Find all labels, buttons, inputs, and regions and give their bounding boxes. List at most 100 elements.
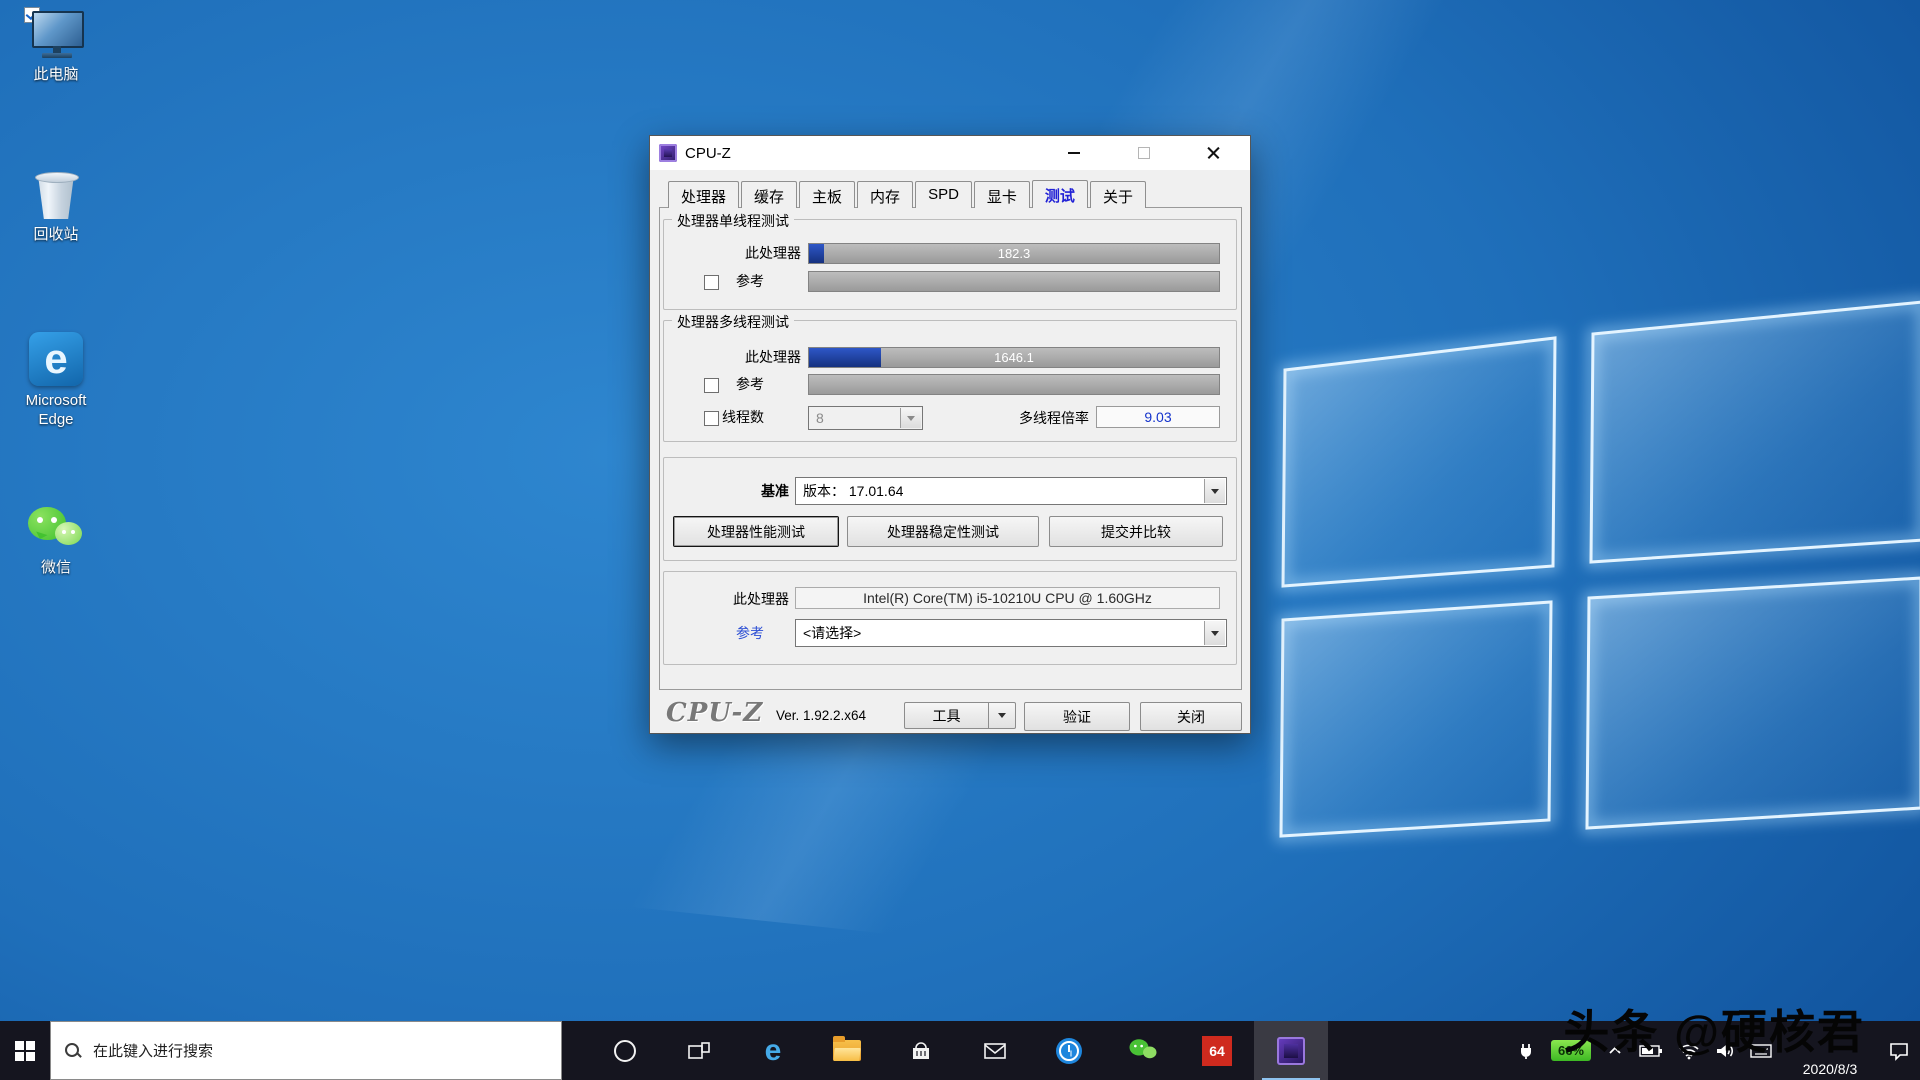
desktop-icon-label: Microsoft Edge — [8, 392, 104, 430]
this-pc-icon — [28, 10, 84, 60]
multi-thread-score: 1646.1 — [809, 348, 1219, 367]
file-explorer-icon — [833, 1040, 861, 1061]
tray-date-text: 2020/8/3 — [1787, 1061, 1873, 1077]
watermark-text: 头条 @硬核君 — [1563, 996, 1865, 1062]
clock-app-button[interactable] — [1032, 1021, 1106, 1080]
multi-thread-group: 处理器多线程测试 此处理器 1646.1 参考 线程数 8 多线程倍率 9.03 — [663, 320, 1237, 442]
window-title: CPU-Z — [685, 145, 731, 162]
group-title: 处理器多线程测试 — [672, 312, 794, 332]
task-view-icon — [686, 1038, 712, 1064]
power-plug-icon[interactable] — [1516, 1041, 1536, 1061]
cpuz-taskbar-button[interactable] — [1254, 1021, 1328, 1080]
tab-graphics[interactable]: 显卡 — [974, 181, 1030, 208]
cortana-icon — [614, 1040, 636, 1062]
edge-taskbar-button[interactable]: e — [736, 1021, 810, 1080]
single-thread-reference-bar — [808, 271, 1220, 292]
tools-button[interactable]: 工具 — [904, 702, 989, 729]
version-text: Ver. 1.92.2.x64 — [776, 708, 866, 723]
store-icon — [908, 1038, 934, 1064]
edge-icon: e — [765, 1036, 782, 1066]
cortana-button[interactable] — [588, 1021, 662, 1080]
bench-version-combo[interactable]: 版本： 17.01.64 — [795, 477, 1227, 505]
cpuz-logo: CPU-Z — [666, 698, 763, 728]
processor-name-box: Intel(R) Core(TM) i5-10210U CPU @ 1.60GH… — [795, 587, 1220, 609]
desktop-icon-recycle-bin[interactable]: 回收站 — [8, 170, 104, 245]
reference-label: 参考 — [664, 271, 764, 292]
taskbar-search[interactable]: 在此键入进行搜索 — [50, 1021, 562, 1080]
recycle-bin-icon — [33, 170, 79, 220]
action-center-icon[interactable] — [1888, 1041, 1910, 1061]
desktop-icon-edge[interactable]: e Microsoft Edge — [8, 332, 104, 430]
reference-label: 参考 — [664, 374, 764, 395]
cpuz-window: CPU-Z 处理器 缓存 主板 内存 SPD 显卡 测试 关于 处理器单线程测试… — [649, 135, 1251, 734]
title-bar[interactable]: CPU-Z — [650, 136, 1250, 170]
single-thread-group: 处理器单线程测试 此处理器 182.3 参考 — [663, 219, 1237, 310]
edge-icon: e — [29, 332, 83, 386]
bench-group: 基准 版本： 17.01.64 处理器性能测试 处理器稳定性测试 提交并比较 — [663, 457, 1237, 561]
chevron-down-icon[interactable] — [1204, 479, 1225, 503]
windows-logo-icon — [15, 1041, 35, 1061]
reference-select-combo[interactable]: <请选择> — [795, 619, 1227, 647]
wallpaper-window-logo — [1255, 280, 1920, 880]
reference-select-value: <请选择> — [803, 623, 861, 643]
ratio-label: 多线程倍率 — [904, 408, 1089, 429]
ratio-value-box: 9.03 — [1096, 406, 1220, 428]
tab-bar: 处理器 缓存 主板 内存 SPD 显卡 测试 关于 — [668, 181, 1148, 208]
threads-value: 8 — [816, 410, 824, 426]
tab-mainboard[interactable]: 主板 — [799, 181, 855, 208]
submit-compare-button[interactable]: 提交并比较 — [1049, 516, 1223, 547]
tools-split-button[interactable]: 工具 — [904, 702, 1016, 729]
multi-thread-bar: 1646.1 — [808, 347, 1220, 368]
close-button[interactable] — [1188, 136, 1240, 170]
bench-label: 基准 — [664, 481, 789, 502]
tab-bench[interactable]: 测试 — [1032, 180, 1088, 208]
tab-memory[interactable]: 内存 — [857, 181, 913, 208]
desktop-icon-label: 此电脑 — [33, 66, 78, 85]
mail-button[interactable] — [958, 1021, 1032, 1080]
bench-cpu-button[interactable]: 处理器性能测试 — [673, 516, 839, 547]
threads-label: 线程数 — [664, 407, 764, 428]
minimize-button[interactable] — [1048, 136, 1100, 170]
cpuz-app-icon — [659, 144, 677, 162]
desktop-icon-label: 回收站 — [33, 226, 78, 245]
file-explorer-button[interactable] — [810, 1021, 884, 1080]
validate-button[interactable]: 验证 — [1024, 702, 1130, 731]
badge-64-icon: 64 — [1202, 1036, 1232, 1066]
close-window-button[interactable]: 关闭 — [1140, 702, 1242, 731]
single-thread-bar: 182.3 — [808, 243, 1220, 264]
tab-caches[interactable]: 缓存 — [741, 181, 797, 208]
taskbar-icons: e — [588, 1021, 1328, 1080]
mail-icon — [982, 1038, 1008, 1064]
task-view-button[interactable] — [662, 1021, 736, 1080]
reference-link-label[interactable]: 参考 — [664, 623, 764, 644]
cpu-row-label: 此处理器 — [664, 243, 801, 264]
search-placeholder: 在此键入进行搜索 — [93, 1040, 213, 1061]
reference-group: 此处理器 Intel(R) Core(TM) i5-10210U CPU @ 1… — [663, 571, 1237, 665]
cpu-row-label: 此处理器 — [664, 347, 801, 368]
desktop-icon-this-pc[interactable]: 此电脑 — [8, 10, 104, 85]
group-title: 处理器单线程测试 — [672, 211, 794, 231]
tools-dropdown-arrow[interactable] — [989, 702, 1016, 729]
multi-thread-reference-bar — [808, 374, 1220, 395]
desktop: 此电脑 回收站 e Microsoft Edge 微信 头条 @硬核君 CPU-… — [0, 0, 1920, 1080]
single-thread-score: 182.3 — [809, 244, 1219, 263]
stress-cpu-button[interactable]: 处理器稳定性测试 — [847, 516, 1039, 547]
bench-version-value: 版本： 17.01.64 — [803, 481, 903, 501]
clock-icon — [1056, 1038, 1082, 1064]
app-64-button[interactable]: 64 — [1180, 1021, 1254, 1080]
tab-cpu[interactable]: 处理器 — [668, 181, 739, 208]
desktop-icon-wechat[interactable]: 微信 — [8, 505, 104, 578]
tab-spd[interactable]: SPD — [915, 181, 972, 208]
tab-about[interactable]: 关于 — [1090, 181, 1146, 208]
chevron-down-icon[interactable] — [1204, 621, 1225, 645]
maximize-button — [1118, 136, 1170, 170]
desktop-icon-label: 微信 — [41, 559, 71, 578]
wechat-icon — [28, 505, 84, 553]
store-button[interactable] — [884, 1021, 958, 1080]
wechat-icon — [1130, 1039, 1157, 1062]
this-processor-label: 此处理器 — [664, 589, 789, 610]
start-button[interactable] — [0, 1021, 50, 1080]
search-icon — [65, 1043, 81, 1059]
wechat-taskbar-button[interactable] — [1106, 1021, 1180, 1080]
cpuz-icon — [1277, 1037, 1305, 1065]
